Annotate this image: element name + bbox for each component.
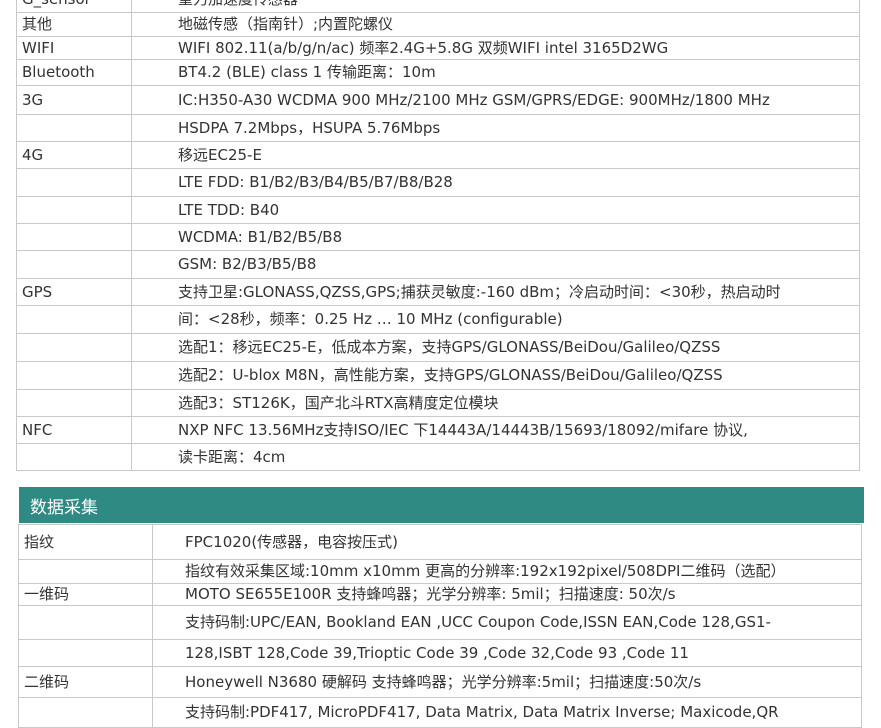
data-capture-table: 指纹 FPC1020(传感器，电容按压式) 指纹有效采集区域:10mm x10mm …	[18, 524, 862, 728]
table-row: 读卡距离：4cm	[16, 443, 860, 471]
spec-value: 选配3：ST126K，国产北斗RTX高精度定位模块	[131, 389, 860, 417]
spec-value: 支持码制:PDF417, MicroPDF417, Data Matrix, D…	[152, 697, 862, 728]
spec-value: NXP NFC 13.56MHz支持ISO/IEC 下14443A/14443B…	[131, 416, 860, 444]
spec-value: BT4.2 (BLE) class 1 传输距离：10m	[131, 59, 860, 86]
spec-value: LTE FDD: B1/B2/B3/B4/B5/B7/B8/B28	[131, 168, 860, 197]
spec-label	[16, 114, 132, 142]
spec-label	[16, 333, 132, 362]
spec-label: GPS	[16, 278, 132, 306]
table-row: 支持码制:PDF417, MicroPDF417, Data Matrix, D…	[18, 697, 862, 728]
spec-label	[16, 196, 132, 224]
spec-value: 重力加速度传感器	[131, 0, 860, 13]
table-row: 支持码制:UPC/EAN, Bookland EAN ,UCC Coupon C…	[18, 605, 862, 640]
table-row: 间：<28秒，频率：0.25 Hz … 10 MHz (configurable…	[16, 305, 860, 334]
spec-label: 指纹	[18, 524, 153, 560]
spec-label: 4G	[16, 141, 132, 169]
spec-value: LTE TDD: B40	[131, 196, 860, 224]
table-row: Bluetooth BT4.2 (BLE) class 1 传输距离：10m	[16, 59, 860, 86]
table-row: GPS 支持卫星:GLONASS,QZSS,GPS;捕获灵敏度:-160 dBm；…	[16, 278, 860, 306]
spec-label	[16, 168, 132, 197]
spec-value: GSM: B2/B3/B5/B8	[131, 250, 860, 279]
spec-value: 支持卫星:GLONASS,QZSS,GPS;捕获灵敏度:-160 dBm；冷启动…	[131, 278, 860, 306]
table-row: 选配3：ST126K，国产北斗RTX高精度定位模块	[16, 389, 860, 417]
spec-label	[16, 361, 132, 390]
specs-table-body: G_sensor重力加速度传感器其他地磁传感（指南针）;内置陀螺仪WIFIWIF…	[16, 0, 860, 471]
table-row: HSDPA 7.2Mbps，HSUPA 5.76Mbps	[16, 114, 860, 142]
table-row: WCDMA: B1/B2/B5/B8	[16, 223, 860, 251]
table-row: GSM: B2/B3/B5/B8	[16, 250, 860, 279]
table-row: 3G IC:H350-A30 WCDMA 900 MHz/2100 MHz GSM…	[16, 85, 860, 115]
spec-value: 128,ISBT 128,Code 39,Trioptic Code 39 ,C…	[152, 639, 862, 667]
section-title: 数据采集	[30, 497, 98, 518]
table-row: NFC NXP NFC 13.56MHz支持ISO/IEC 下14443A/144…	[16, 416, 860, 444]
table-row: LTE FDD: B1/B2/B3/B4/B5/B7/B8/B28	[16, 168, 860, 197]
spec-value: Honeywell N3680 硬解码 支持蜂鸣器；光学分辨率:5mil；扫描速…	[152, 666, 862, 698]
table-row: 128,ISBT 128,Code 39,Trioptic Code 39 ,C…	[18, 639, 862, 667]
spec-label: 其他	[16, 12, 132, 37]
spec-value: WIFI 802.11(a/b/g/n/ac) 频率2.4G+5.8G 双频WI…	[131, 36, 860, 60]
spec-value: 地磁传感（指南针）;内置陀螺仪	[131, 12, 860, 37]
table-row: LTE TDD: B40	[16, 196, 860, 224]
spec-value: MOTO SE655E100R 支持蜂鸣器；光学分辨率: 5mil；扫描速度: …	[152, 583, 862, 606]
table-row: 选配2：U-blox M8N，高性能方案，支持GPS/GLONASS/BeiDo…	[16, 361, 860, 390]
spec-value: 读卡距离：4cm	[131, 443, 860, 471]
spec-label: Bluetooth	[16, 59, 132, 86]
spec-label	[16, 443, 132, 471]
spec-label: 3G	[16, 85, 132, 115]
spec-label	[16, 305, 132, 334]
table-row: 指纹 FPC1020(传感器，电容按压式)	[18, 524, 862, 560]
spec-value: 选配1：移远EC25-E，低成本方案，支持GPS/GLONASS/BeiDou/…	[131, 333, 860, 362]
spec-label: 一维码	[18, 583, 153, 606]
spec-label: NFC	[16, 416, 132, 444]
specs-table: G_sensor重力加速度传感器其他地磁传感（指南针）;内置陀螺仪WIFIWIF…	[16, 0, 860, 471]
table-row: 一维码 MOTO SE655E100R 支持蜂鸣器；光学分辨率: 5mil；扫描速…	[18, 583, 862, 606]
spec-label	[16, 250, 132, 279]
table-row: 选配1：移远EC25-E，低成本方案，支持GPS/GLONASS/BeiDou/…	[16, 333, 860, 362]
spec-label: 二维码	[18, 666, 153, 698]
spec-value: FPC1020(传感器，电容按压式)	[152, 524, 862, 560]
spec-label	[18, 559, 153, 584]
spec-label	[18, 697, 153, 728]
spec-value: 移远EC25-E	[131, 141, 860, 169]
table-row: WIFI WIFI 802.11(a/b/g/n/ac) 频率2.4G+5.8G …	[16, 36, 860, 60]
table-row: G_sensor重力加速度传感器	[16, 0, 860, 13]
spec-label: G_sensor	[16, 0, 132, 13]
spec-value: 选配2：U-blox M8N，高性能方案，支持GPS/GLONASS/BeiDo…	[131, 361, 860, 390]
data-capture-table-body: 指纹 FPC1020(传感器，电容按压式) 指纹有效采集区域:10mm x10mm …	[18, 524, 862, 728]
spec-label	[16, 389, 132, 417]
table-row: 4G 移远EC25-E	[16, 141, 860, 169]
table-row: 指纹有效采集区域:10mm x10mm 更高的分辨率:192x192pixel/…	[18, 559, 862, 584]
section-header-data-capture: 数据采集	[19, 487, 864, 523]
table-row: 其他 地磁传感（指南针）;内置陀螺仪	[16, 12, 860, 37]
table-row: 二维码 Honeywell N3680 硬解码 支持蜂鸣器；光学分辨率:5mil；…	[18, 666, 862, 698]
spec-value: WCDMA: B1/B2/B5/B8	[131, 223, 860, 251]
spec-label: WIFI	[16, 36, 132, 60]
spec-value: 指纹有效采集区域:10mm x10mm 更高的分辨率:192x192pixel/…	[152, 559, 862, 584]
spec-value: HSDPA 7.2Mbps，HSUPA 5.76Mbps	[131, 114, 860, 142]
spec-value: 间：<28秒，频率：0.25 Hz … 10 MHz (configurable…	[131, 305, 860, 334]
spec-label	[18, 639, 153, 667]
spec-value: IC:H350-A30 WCDMA 900 MHz/2100 MHz GSM/G…	[131, 85, 860, 115]
spec-label	[16, 223, 132, 251]
spec-value: 支持码制:UPC/EAN, Bookland EAN ,UCC Coupon C…	[152, 605, 862, 640]
spec-label	[18, 605, 153, 640]
